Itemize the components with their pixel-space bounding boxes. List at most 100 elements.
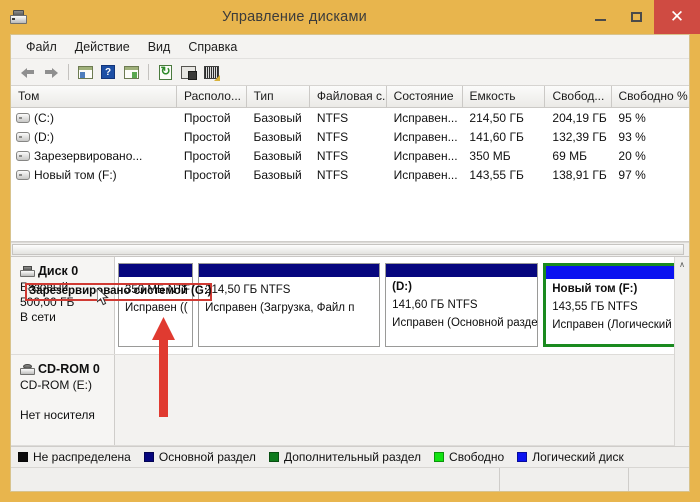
column-header-free[interactable]: Свобод... (545, 86, 611, 107)
volume-type: Базовый (247, 130, 310, 144)
titlebar: Управление дисками ✕ (0, 0, 700, 34)
menu-bar: Файл Действие Вид Справка (11, 35, 689, 59)
disk0-name: Диск 0 (38, 264, 78, 278)
legend-item-free-space: Свободно (434, 450, 504, 464)
drive-icon (16, 113, 30, 123)
client-area: Файл Действие Вид Справка ? Том Располо.… (10, 34, 690, 492)
column-header-filesystem[interactable]: Файловая с... (310, 86, 387, 107)
status-segment-main (11, 468, 500, 491)
legend-label: Логический диск (532, 450, 624, 464)
table-row[interactable]: (C:) Простой Базовый NTFS Исправен... 21… (11, 108, 689, 127)
cdrom0-info[interactable]: CD-ROM 0 CD-ROM (E:) Нет носителя (11, 355, 115, 445)
partition-d[interactable]: (D:) 141,60 ГБ NTFS Исправен (Основной р… (385, 263, 538, 347)
volume-fs: NTFS (310, 168, 387, 182)
partition-status: Исправен (Основной разде (386, 313, 537, 331)
column-header-capacity[interactable]: Емкость (463, 86, 546, 107)
partition-size: 214,50 ГБ NTFS (199, 280, 379, 298)
window-controls: ✕ (582, 0, 700, 34)
table-row[interactable]: Зарезервировано... Простой Базовый NTFS … (11, 146, 689, 165)
drive-icon (16, 151, 30, 161)
volume-capacity: 141,60 ГБ (462, 130, 545, 144)
refresh-icon[interactable] (154, 62, 176, 83)
legend-swatch (269, 452, 279, 462)
status-bar (11, 467, 689, 491)
cdrom-icon (20, 364, 35, 375)
status-segment-right (629, 468, 689, 491)
vertical-scrollbar[interactable]: ∧ (674, 257, 689, 446)
show-console-tree-icon[interactable] (74, 62, 96, 83)
partition-color-bar (119, 264, 192, 277)
partition-color-bar (546, 266, 682, 279)
table-row[interactable]: (D:) Простой Базовый NTFS Исправен... 14… (11, 127, 689, 146)
partition-color-bar (386, 264, 537, 277)
horizontal-scrollbar[interactable] (11, 242, 689, 257)
volume-free-pct: 20 % (611, 149, 689, 163)
disk-management-icon (9, 8, 29, 28)
volume-type: Базовый (247, 168, 310, 182)
annotation-red-arrow (151, 317, 179, 417)
volume-list: Том Располо... Тип Файловая с... Состоян… (11, 86, 689, 242)
properties-icon[interactable] (177, 62, 199, 83)
disk-management-window: Управление дисками ✕ Файл Действие Вид С… (0, 0, 700, 502)
partition-status: Исправен (Загрузка, Файл п (199, 298, 379, 316)
maximize-button[interactable] (618, 0, 654, 34)
legend-swatch (434, 452, 444, 462)
volume-capacity: 143,55 ГБ (462, 168, 545, 182)
volume-status: Исправен... (387, 149, 463, 163)
drive-icon (16, 132, 30, 142)
close-button[interactable]: ✕ (654, 0, 700, 34)
table-row[interactable]: Новый том (F:) Простой Базовый NTFS Испр… (11, 165, 689, 184)
volume-type: Базовый (247, 111, 310, 125)
disk0-state: В сети (20, 310, 114, 325)
menu-item-view[interactable]: Вид (139, 38, 180, 56)
minimize-button[interactable] (582, 0, 618, 34)
partition-size: 141,60 ГБ NTFS (386, 295, 537, 313)
volume-status: Исправен... (387, 130, 463, 144)
status-segment-middle (500, 468, 629, 491)
scrollbar-thumb[interactable] (12, 244, 684, 255)
partition-size: 143,55 ГБ NTFS (546, 297, 682, 315)
volume-free: 138,91 ГБ (545, 168, 611, 182)
volume-list-header: Том Располо... Тип Файловая с... Состоян… (11, 86, 689, 108)
disk0-partitions: 350 МБ NTF Исправен (( 214,50 ГБ NTFS Ис… (115, 257, 689, 354)
toolbar-separator (68, 64, 69, 80)
rescan-disks-icon[interactable] (200, 62, 222, 83)
volume-layout: Простой (177, 111, 247, 125)
disk-row-disk0: Диск 0 Базовый 500,00 ГБ В сети 350 МБ N… (11, 257, 689, 355)
show-action-pane-icon[interactable] (120, 62, 142, 83)
cdrom0-name: CD-ROM 0 (38, 362, 100, 376)
volume-free-pct: 95 % (611, 111, 689, 125)
menu-item-help[interactable]: Справка (179, 38, 246, 56)
selection-highlight-green: Новый том (F:) 143,55 ГБ NTFS Исправен (… (543, 263, 685, 347)
annotation-red-rectangle-label: Зарезервировано системой (G:) (29, 285, 211, 297)
menu-item-action[interactable]: Действие (66, 38, 139, 56)
drive-icon (16, 170, 30, 180)
column-header-status[interactable]: Состояние (387, 86, 463, 107)
toolbar-separator (148, 64, 149, 80)
partition-c[interactable]: 214,50 ГБ NTFS Исправен (Загрузка, Файл … (198, 263, 380, 347)
cdrom0-partitions (115, 355, 689, 445)
partition-title: (D:) (386, 277, 537, 295)
back-arrow-icon[interactable] (17, 62, 39, 83)
volume-name: Новый том (F:) (34, 168, 117, 182)
legend-label: Основной раздел (159, 450, 256, 464)
volume-free-pct: 97 % (611, 168, 689, 182)
cdrom0-state: Нет носителя (20, 408, 114, 423)
mouse-pointer (97, 288, 110, 307)
volume-free-pct: 93 % (611, 130, 689, 144)
legend-label: Не распределена (33, 450, 131, 464)
help-icon[interactable]: ? (97, 62, 119, 83)
volume-layout: Простой (177, 130, 247, 144)
forward-arrow-icon[interactable] (40, 62, 62, 83)
menu-item-file[interactable]: Файл (17, 38, 66, 56)
partition-f-new-volume[interactable]: Новый том (F:) 143,55 ГБ NTFS Исправен (… (546, 266, 682, 344)
volume-layout: Простой (177, 168, 247, 182)
column-header-volume[interactable]: Том (11, 86, 177, 107)
scroll-up-icon[interactable]: ∧ (675, 257, 689, 271)
volume-free: 69 МБ (545, 149, 611, 163)
column-header-layout[interactable]: Располо... (177, 86, 247, 107)
column-header-type[interactable]: Тип (247, 86, 310, 107)
column-header-free-pct[interactable]: Свободно % (612, 86, 690, 107)
volume-layout: Простой (177, 149, 247, 163)
volume-fs: NTFS (310, 111, 387, 125)
